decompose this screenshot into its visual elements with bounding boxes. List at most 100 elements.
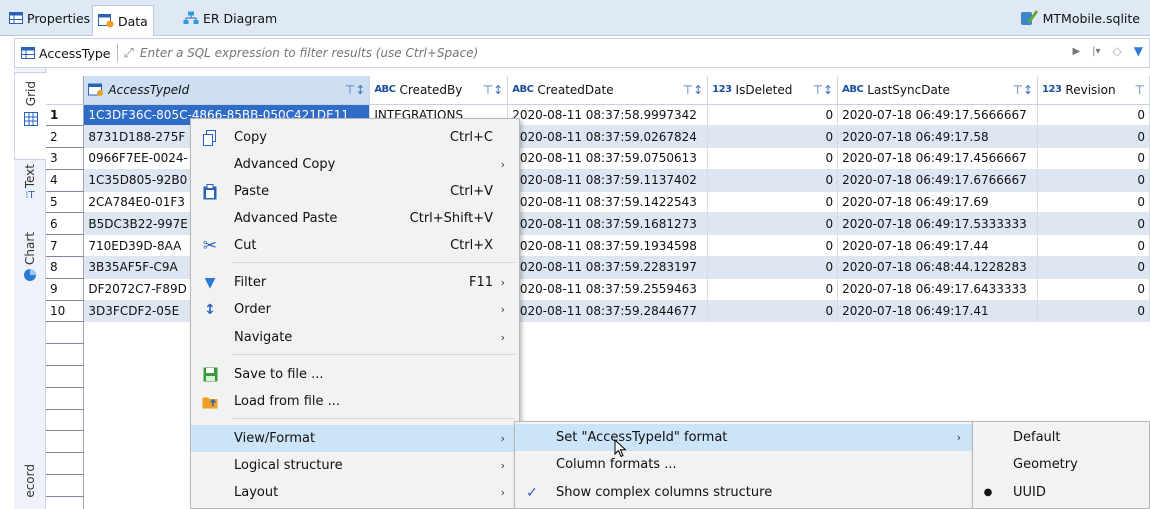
row-number[interactable] [46,409,85,432]
cell-lastsyncdate[interactable] [837,321,1038,344]
cell-revision[interactable] [1037,365,1150,388]
column-filter-sort-icon[interactable]: ⊤↕ [345,83,366,97]
cell-createddate[interactable] [507,321,708,344]
cell-createddate[interactable]: 2020-08-11 08:37:59.2559463 [507,278,709,301]
cell-isdeleted[interactable]: 0 [707,169,839,192]
menu-item-navigate[interactable]: Navigate › [191,324,519,351]
cell-isdeleted[interactable]: 0 [707,212,839,236]
cell-isdeleted[interactable]: 0 [707,125,839,149]
menu-item-format-uuid[interactable]: ● UUID [973,479,1149,506]
cell-lastsyncdate[interactable] [837,365,1038,388]
column-header-lastsyncdate[interactable]: ABC LastSyncDate ⊤↕ [837,76,1039,105]
menu-item-order[interactable]: ↕ Order › [191,296,519,323]
cell-isdeleted[interactable]: 0 [707,234,839,258]
cell-isdeleted[interactable] [707,343,838,366]
expand-icon[interactable]: ⤢ [124,46,134,61]
side-tab-chart[interactable]: Chart [14,232,46,296]
column-filter-sort-icon[interactable]: ⊤↕ [483,83,504,97]
row-number[interactable]: 4 [46,169,85,192]
cell-lastsyncdate[interactable]: 2020-07-18 06:49:17.58 [837,125,1039,149]
menu-item-column-formats[interactable]: Column formats ... [515,451,973,478]
row-number[interactable]: 3 [46,147,85,170]
cell-lastsyncdate[interactable] [837,387,1038,410]
menu-item-show-complex-columns[interactable]: ✓ Show complex columns structure [515,479,973,506]
cell-revision[interactable]: 0 [1037,169,1150,192]
menu-item-view-format[interactable]: View/Format › [191,425,519,452]
row-number[interactable] [46,474,85,497]
menu-item-logical-structure[interactable]: Logical structure › [191,452,519,479]
cell-revision[interactable]: 0 [1037,278,1150,301]
cell-lastsyncdate[interactable]: 2020-07-18 06:49:17.44 [837,234,1039,258]
cell-lastsyncdate[interactable] [837,343,1038,366]
cell-revision[interactable]: 0 [1037,104,1150,127]
column-header-revision[interactable]: 123 Revision ⊤ [1037,76,1150,105]
cell-isdeleted[interactable]: 0 [707,104,839,127]
cell-isdeleted[interactable] [707,321,838,344]
row-number[interactable]: 9 [46,278,85,301]
menu-item-save-to-file[interactable]: Save to file ... [191,361,519,388]
column-header-createdby[interactable]: ABC CreatedBy ⊤↕ [369,76,509,105]
menu-item-cut[interactable]: ✂ Cut Ctrl+X [191,232,519,259]
menu-item-copy[interactable]: Copy Ctrl+C [191,124,519,151]
row-number[interactable] [46,343,85,367]
cell-lastsyncdate[interactable]: 2020-07-18 06:49:17.41 [837,300,1039,323]
cell-revision[interactable]: 0 [1037,212,1150,236]
cell-isdeleted[interactable]: 0 [707,278,839,301]
row-number[interactable] [46,365,85,388]
menu-item-load-from-file[interactable]: Load from file ... [191,388,519,415]
cell-createddate[interactable] [507,387,708,410]
row-number[interactable]: 2 [46,125,85,149]
cell-lastsyncdate[interactable]: 2020-07-18 06:49:17.5666667 [837,104,1039,127]
cell-revision[interactable] [1037,387,1150,410]
menu-item-layout[interactable]: Layout › [191,479,519,506]
tab-properties[interactable]: Properties [4,5,95,31]
row-number[interactable]: 7 [46,234,85,258]
menu-item-paste[interactable]: Paste Ctrl+V [191,178,519,205]
row-number[interactable] [46,430,85,454]
cell-isdeleted[interactable] [707,365,838,388]
row-number[interactable] [46,321,85,345]
column-header-isdeleted[interactable]: 123 IsDeleted ⊤↕ [707,76,839,105]
cell-revision[interactable]: 0 [1037,234,1150,258]
cell-createddate[interactable]: 2020-08-11 08:37:59.2283197 [507,256,709,279]
cell-isdeleted[interactable] [707,387,838,410]
cell-revision[interactable] [1037,321,1150,344]
filter-history-chevron-down-icon[interactable]: |▾ [1092,46,1100,57]
cell-isdeleted[interactable]: 0 [707,256,839,279]
cell-createddate[interactable]: 2020-08-11 08:37:59.2844677 [507,300,709,323]
row-number[interactable] [46,496,85,509]
cell-lastsyncdate[interactable]: 2020-07-18 06:49:17.4566667 [837,147,1039,170]
tab-data[interactable]: Data [92,5,154,36]
menu-item-filter[interactable]: ▼ Filter F11 › [191,269,519,296]
cell-lastsyncdate[interactable]: 2020-07-18 06:49:17.6766667 [837,169,1039,192]
row-number[interactable] [46,387,85,410]
cell-isdeleted[interactable]: 0 [707,191,839,214]
side-tab-text[interactable]: Text ⁝T [14,164,46,224]
cell-createddate[interactable] [507,365,708,388]
apply-filter-icon[interactable]: ▶ [1072,46,1080,57]
row-number[interactable]: 10 [46,300,85,323]
cell-createddate[interactable]: 2020-08-11 08:37:59.0750613 [507,147,709,170]
row-number[interactable]: 1 [46,104,85,127]
filter-expression-input[interactable] [139,46,740,60]
cell-revision[interactable]: 0 [1037,125,1150,149]
row-number[interactable]: 6 [46,212,85,236]
column-filter-sort-icon[interactable]: ⊤ [1135,83,1145,97]
clear-filter-icon[interactable]: ◇ [1113,44,1122,58]
side-tab-grid[interactable]: Grid [14,72,47,160]
cell-createddate[interactable]: 2020-08-11 08:37:59.1934598 [507,234,709,258]
cell-revision[interactable] [1037,343,1150,366]
cell-createddate[interactable]: 2020-08-11 08:37:58.9997342 [507,104,709,127]
cell-createddate[interactable]: 2020-08-11 08:37:59.1681273 [507,212,709,236]
column-header-createddate[interactable]: ABC CreatedDate ⊤↕ [507,76,709,105]
cell-lastsyncdate[interactable]: 2020-07-18 06:49:17.6433333 [837,278,1039,301]
column-filter-sort-icon[interactable]: ⊤↕ [1013,83,1034,97]
cell-lastsyncdate[interactable]: 2020-07-18 06:49:17.5333333 [837,212,1039,236]
cell-revision[interactable]: 0 [1037,300,1150,323]
tab-er-diagram[interactable]: ER Diagram [178,5,282,31]
row-number[interactable]: 8 [46,256,85,279]
cell-lastsyncdate[interactable]: 2020-07-18 06:48:44.1228283 [837,256,1039,279]
cell-revision[interactable]: 0 [1037,147,1150,170]
menu-item-set-column-format[interactable]: Set "AccessTypeId" format › [515,424,973,451]
cell-isdeleted[interactable]: 0 [707,147,839,170]
